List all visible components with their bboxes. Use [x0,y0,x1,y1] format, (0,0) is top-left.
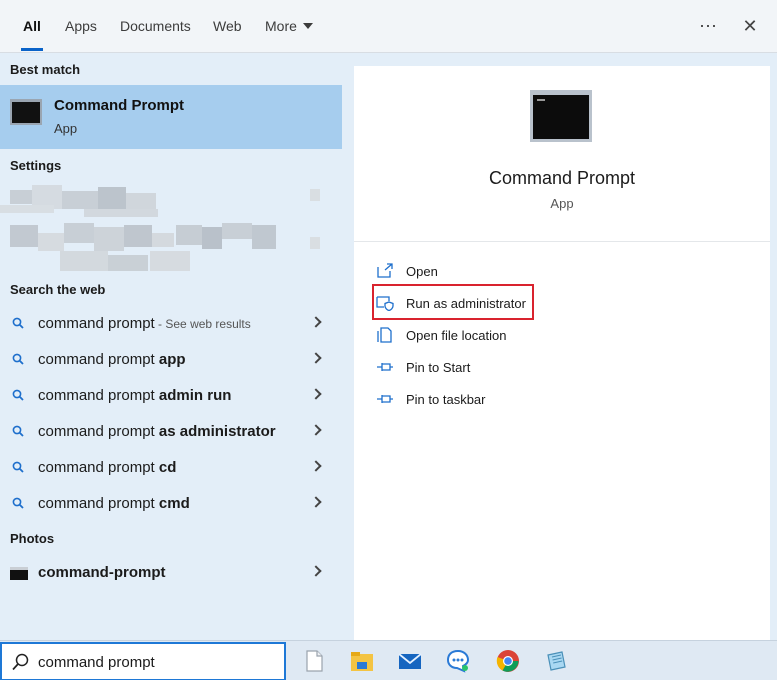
web-result-row[interactable]: command prompt as administrator [0,414,342,450]
web-result-text: command prompt as administrator [38,423,276,440]
web-result-row[interactable]: command prompt admin run [0,378,342,414]
preview-title: Command Prompt [488,168,636,188]
search-icon [12,653,29,671]
action-label: Open file location [406,328,507,343]
preview-subtitle: App [550,196,574,211]
file-location-icon [377,327,392,343]
file-icon[interactable] [302,649,326,673]
photo-result-text: command-prompt [38,564,166,581]
best-match-subtitle: App [54,121,78,136]
close-icon[interactable]: ✕ [735,12,765,40]
web-result-text: command prompt admin run [38,387,232,404]
chevron-right-icon [310,388,322,400]
section-search-web: Search the web [10,282,106,297]
web-result-text: command prompt cd [38,459,177,476]
chevron-right-icon [310,460,322,472]
web-result-row[interactable]: command prompt cmd [0,486,342,522]
tab-more-label: More [265,18,297,34]
web-result-row[interactable]: command prompt app [0,342,342,378]
web-result-row[interactable]: command prompt - See web results [0,306,342,342]
web-result-text: command prompt - See web results [38,315,251,332]
action-pin-to-start[interactable]: Pin to Start [372,354,672,382]
taskbar-search-box[interactable]: command prompt [0,642,286,680]
search-icon [12,317,24,329]
command-prompt-large-icon [530,90,592,142]
section-best-match: Best match [10,62,81,77]
chrome-icon[interactable] [496,649,520,673]
highlight-box [372,284,534,320]
web-result-row[interactable]: command prompt cd [0,450,342,486]
photo-thumbnail-icon [10,567,28,580]
results-pane: Best match Command Prompt App Settings S… [0,53,343,640]
taskbar: command prompt [0,640,777,680]
best-match-title: Command Prompt [54,97,185,114]
divider [354,241,770,242]
open-icon [377,263,393,278]
chevron-right-icon [310,316,322,328]
best-match-item[interactable]: Command Prompt App [0,85,342,149]
notepad-icon[interactable] [544,649,568,673]
search-icon [12,461,24,473]
caret-down-icon [302,23,313,30]
blurred-settings-results [0,185,330,280]
chevron-right-icon [310,424,322,436]
web-result-text: command prompt cmd [38,495,190,512]
command-prompt-app-icon [10,99,42,125]
preview-pane: Command Prompt App Open Run as administr… [354,66,770,640]
web-result-text: command prompt app [38,351,186,368]
action-label: Open [406,264,438,279]
chevron-right-icon [310,352,322,364]
pin-icon [377,363,393,371]
more-options-icon[interactable]: ⋯ [693,12,723,40]
action-open[interactable]: Open [372,258,672,286]
mail-icon[interactable] [398,649,422,673]
section-settings: Settings [10,158,62,173]
action-label: Pin to taskbar [406,392,486,407]
action-pin-to-taskbar[interactable]: Pin to taskbar [372,386,672,414]
tab-more[interactable]: More [265,0,313,53]
search-icon [12,353,24,365]
chevron-right-icon [310,496,322,508]
action-open-file-location[interactable]: Open file location [372,322,672,350]
search-icon [12,497,24,509]
tab-apps[interactable]: Apps [65,0,97,53]
search-icon [12,425,24,437]
search-tab-bar: All Apps Documents Web More ⋯ ✕ [0,0,777,53]
file-explorer-icon[interactable] [350,649,374,673]
action-label: Pin to Start [406,360,471,375]
photo-result-row[interactable]: command-prompt [0,555,342,591]
tab-all[interactable]: All [21,0,43,53]
search-icon [12,389,24,401]
tab-documents[interactable]: Documents [120,0,191,53]
search-input-value: command prompt [38,654,155,671]
tab-web[interactable]: Web [213,0,242,53]
chevron-right-icon [310,565,322,577]
pin-icon [377,395,393,403]
chat-icon[interactable] [446,649,470,673]
section-photos: Photos [10,531,55,546]
